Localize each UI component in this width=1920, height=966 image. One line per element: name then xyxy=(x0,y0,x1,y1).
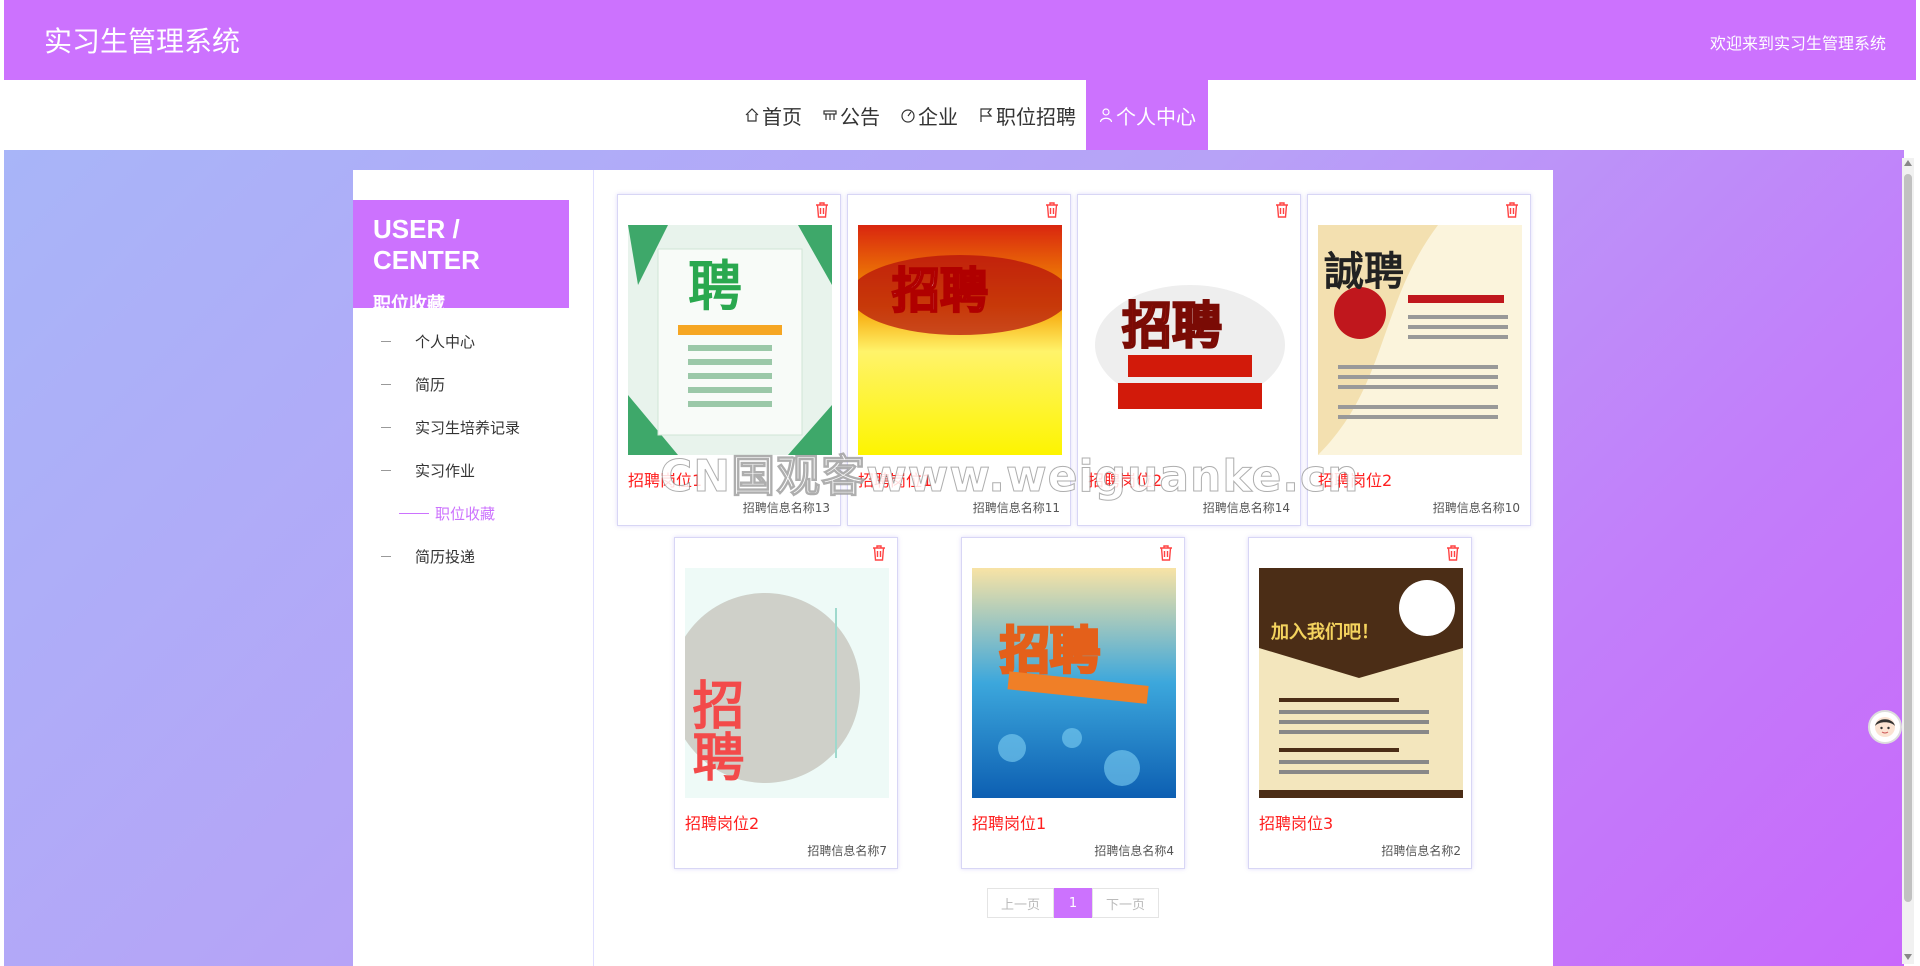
welcome-text: 欢迎来到实习生管理系统 xyxy=(1709,34,1886,53)
nav-item-company[interactable]: 企业 xyxy=(890,80,968,150)
poster-text: 加入我们吧！ xyxy=(1270,621,1379,643)
favorite-card[interactable]: 招聘 招聘岗位2 招聘信息名称14 xyxy=(1077,194,1301,526)
dashboard-icon xyxy=(900,107,916,123)
favorite-card[interactable]: 招聘 招聘岗位2 招聘信息名称7 xyxy=(674,537,898,869)
delete-icon[interactable] xyxy=(814,201,830,219)
nav-item-label: 职位招聘 xyxy=(996,104,1076,129)
prev-page-button[interactable]: 上一页 xyxy=(987,888,1054,918)
poster-text: 招聘 xyxy=(1122,297,1222,355)
dash-icon xyxy=(381,556,391,557)
job-title[interactable]: 招聘岗位3 xyxy=(1259,810,1333,834)
favorite-card[interactable]: 加入我们吧！ 招聘岗位3 招聘信息名称2 xyxy=(1248,537,1472,869)
sidebar-item-applications[interactable]: 简历投递 xyxy=(353,535,593,578)
job-title[interactable]: 招聘岗位1 xyxy=(972,810,1046,834)
poster-image[interactable]: 招聘 xyxy=(685,568,889,798)
delete-icon[interactable] xyxy=(1445,544,1461,562)
scroll-down-arrow-icon[interactable] xyxy=(1904,954,1912,960)
nav-item-label: 首页 xyxy=(762,104,802,129)
delete-icon[interactable] xyxy=(1274,201,1290,219)
nav-item-label: 公告 xyxy=(840,104,880,129)
delete-icon[interactable] xyxy=(1504,201,1520,219)
poster-image[interactable]: 誠聘 xyxy=(1318,225,1522,455)
nav-item-home[interactable]: 首页 xyxy=(734,80,812,150)
job-title[interactable]: 招聘岗位2 xyxy=(685,810,759,834)
page-scrollbar[interactable] xyxy=(1902,158,1914,964)
job-subtitle: 招聘信息名称10 xyxy=(1432,501,1520,515)
sidebar-item-resume[interactable]: 简历 xyxy=(353,363,593,406)
avatar-face-icon xyxy=(1875,717,1895,737)
app-header: 实习生管理系统 欢迎来到实习生管理系统 xyxy=(4,0,1916,80)
sidebar-header-en: USER / CENTER xyxy=(373,214,480,275)
poster-image[interactable]: 加入我们吧！ xyxy=(1259,568,1463,798)
nav-item-label: 企业 xyxy=(918,104,958,129)
sidebar-item-label: 实习生培养记录 xyxy=(415,419,521,437)
poster-text: 招聘 xyxy=(892,263,988,319)
job-title[interactable]: 招聘岗位1 xyxy=(858,467,932,491)
sidebar: USER / CENTER 职位收藏 个人中心 简历 实习生培养记录 实习作业 … xyxy=(353,170,593,966)
job-title[interactable]: 招聘岗位2 xyxy=(1318,467,1392,491)
nav-item-jobs[interactable]: 职位招聘 xyxy=(968,80,1086,150)
nav-item-label: 个人中心 xyxy=(1116,104,1196,129)
user-icon xyxy=(1098,107,1114,123)
top-nav: 首页 公告 企业 职位招聘 个人中心 xyxy=(4,80,1916,150)
sidebar-menu: 个人中心 简历 实习生培养记录 实习作业 职位收藏 简历投递 xyxy=(353,320,593,578)
sidebar-item-favorites[interactable]: 职位收藏 xyxy=(353,492,593,535)
delete-icon[interactable] xyxy=(1158,544,1174,562)
job-subtitle: 招聘信息名称11 xyxy=(972,501,1060,515)
job-title[interactable]: 招聘岗位2 xyxy=(1088,467,1162,491)
sidebar-item-training[interactable]: 实习生培养记录 xyxy=(353,406,593,449)
sidebar-item-label: 简历投递 xyxy=(415,548,476,566)
sidebar-header: USER / CENTER 职位收藏 xyxy=(353,200,569,315)
next-page-button[interactable]: 下一页 xyxy=(1092,888,1159,918)
dash-icon xyxy=(381,341,391,342)
poster-text: 招聘 xyxy=(1000,622,1100,680)
delete-icon[interactable] xyxy=(871,544,887,562)
delete-icon[interactable] xyxy=(1044,201,1060,219)
assistant-avatar[interactable] xyxy=(1868,710,1902,744)
favorite-card[interactable]: 招聘 招聘岗位1 招聘信息名称11 xyxy=(847,194,1071,526)
poster-image[interactable]: 招聘 xyxy=(858,225,1062,455)
home-icon xyxy=(744,107,760,123)
pagination: 上一页 1 下一页 xyxy=(987,888,1159,918)
dash-icon xyxy=(381,470,391,471)
notice-icon xyxy=(822,107,838,123)
sidebar-item-label: 简历 xyxy=(415,376,446,394)
favorite-card[interactable]: 誠聘 招聘岗位2 招聘信息名称10 xyxy=(1307,194,1531,526)
dash-icon xyxy=(381,427,391,428)
sidebar-item-homework[interactable]: 实习作业 xyxy=(353,449,593,492)
sidebar-item-label: 个人中心 xyxy=(415,333,476,351)
poster-image[interactable]: 招聘 xyxy=(972,568,1176,798)
job-subtitle: 招聘信息名称2 xyxy=(1381,844,1461,858)
job-subtitle: 招聘信息名称13 xyxy=(742,501,830,515)
flag-icon xyxy=(978,107,994,123)
favorite-card[interactable]: 招聘 招聘岗位1 招聘信息名称4 xyxy=(961,537,1185,869)
poster-image[interactable]: 招聘 xyxy=(1088,225,1292,455)
poster-text: 聘 xyxy=(688,255,742,318)
dash-icon xyxy=(399,513,429,514)
sidebar-header-cn: 职位收藏 xyxy=(373,294,445,315)
job-subtitle: 招聘信息名称4 xyxy=(1094,844,1174,858)
sidebar-item-label: 实习作业 xyxy=(415,462,476,480)
nav-item-notice[interactable]: 公告 xyxy=(812,80,890,150)
nav-item-user-center[interactable]: 个人中心 xyxy=(1086,80,1208,150)
scroll-up-arrow-icon[interactable] xyxy=(1904,160,1912,166)
sidebar-item-user-center[interactable]: 个人中心 xyxy=(353,320,593,363)
poster-text: 招聘 xyxy=(685,678,744,782)
poster-text: 誠聘 xyxy=(1324,249,1404,295)
job-subtitle: 招聘信息名称7 xyxy=(807,844,887,858)
sidebar-item-label: 职位收藏 xyxy=(435,505,496,523)
poster-image[interactable]: 聘 xyxy=(628,225,832,455)
app-title: 实习生管理系统 xyxy=(44,25,241,58)
page-number-button[interactable]: 1 xyxy=(1054,888,1092,918)
favorite-card[interactable]: 聘 招聘岗位1 招聘信息名称13 xyxy=(617,194,841,526)
scroll-thumb[interactable] xyxy=(1904,174,1912,902)
job-title[interactable]: 招聘岗位1 xyxy=(628,467,702,491)
dash-icon xyxy=(381,384,391,385)
job-subtitle: 招聘信息名称14 xyxy=(1202,501,1290,515)
favorites-panel: 聘 招聘岗位1 招聘信息名称13 招聘 招聘岗位1 招聘信息名称11 招聘 招聘… xyxy=(593,170,1553,966)
